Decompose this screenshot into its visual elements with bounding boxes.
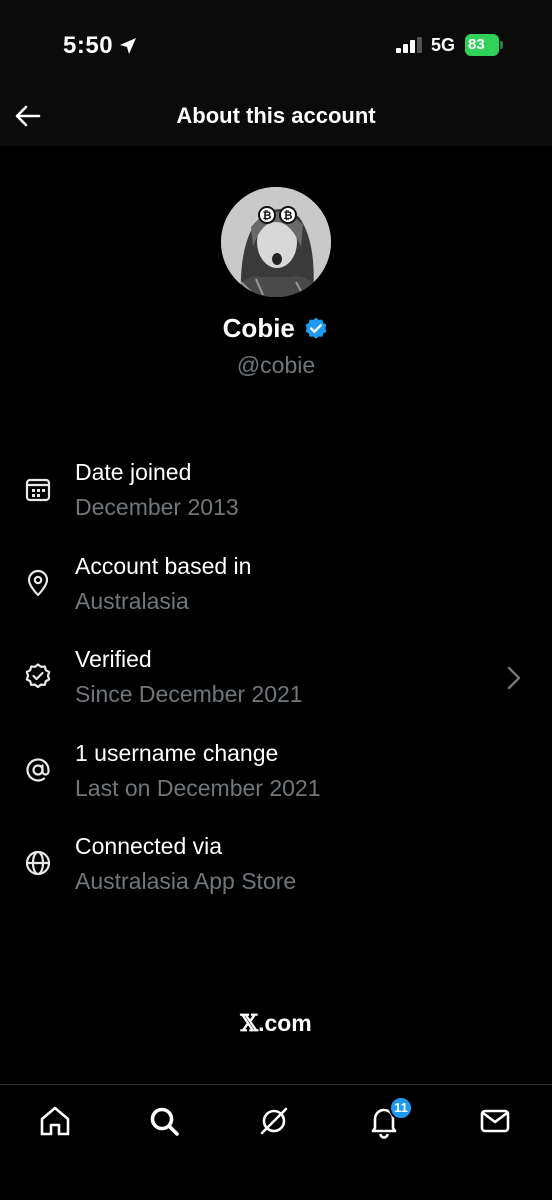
grok-icon[interactable] (256, 1103, 292, 1139)
network-type: 5G (431, 35, 456, 55)
bottom-nav (0, 1084, 552, 1200)
name-row: Cobie (0, 313, 552, 344)
status-time: 5:50 (63, 32, 114, 59)
status-bar: 5:50 5G 83 (0, 0, 552, 86)
info-title: Verified (75, 646, 152, 672)
battery-level: 83 (468, 36, 485, 53)
messages-icon[interactable] (477, 1103, 513, 1139)
avatar-image: ₿ ₿ (221, 187, 331, 297)
xcom-link[interactable]: 𝕏.com (0, 1010, 552, 1037)
home-icon[interactable] (37, 1103, 73, 1139)
verified-badge-icon (305, 317, 327, 339)
info-title: Account based in (75, 553, 252, 579)
info-title: 1 username change (75, 740, 279, 766)
battery-icon: 83 (465, 34, 505, 56)
info-title: Date joined (75, 459, 192, 485)
info-title: Connected via (75, 833, 223, 859)
x-logo: 𝕏 (240, 1010, 259, 1037)
location-pin-icon (27, 569, 49, 597)
at-sign-icon (26, 758, 50, 782)
info-value: Since December 2021 (75, 681, 303, 707)
xcom-suffix: .com (258, 1010, 312, 1036)
info-value: Australasia (75, 588, 189, 614)
svg-text:₿: ₿ (263, 209, 272, 222)
info-verified[interactable]: Verified Since December 2021 (0, 646, 552, 726)
notification-count-badge: 11 (389, 1096, 413, 1120)
handle: @cobie (236, 352, 316, 378)
svg-text:₿: ₿ (284, 209, 293, 222)
search-icon[interactable] (146, 1103, 182, 1139)
avatar[interactable]: ₿ ₿ (221, 187, 331, 297)
info-value: December 2013 (75, 494, 239, 520)
location-arrow-icon (120, 38, 136, 54)
info-date-joined: Date joined December 2013 (0, 459, 552, 539)
globe-icon (25, 850, 51, 876)
info-username-change: 1 username change Last on December 2021 (0, 740, 552, 820)
signal-icon (396, 37, 422, 53)
verified-check-icon (25, 663, 51, 689)
info-connected-via: Connected via Australasia App Store (0, 833, 552, 913)
info-account-location: Account based in Australasia (0, 553, 552, 633)
page-title: About this account (176, 103, 376, 128)
chevron-right-icon[interactable] (504, 664, 524, 692)
info-value: Last on December 2021 (75, 775, 321, 801)
display-name: Cobie (222, 313, 295, 343)
top-header: About this account (0, 86, 552, 146)
calendar-icon (25, 478, 51, 502)
info-value: Australasia App Store (75, 868, 297, 894)
